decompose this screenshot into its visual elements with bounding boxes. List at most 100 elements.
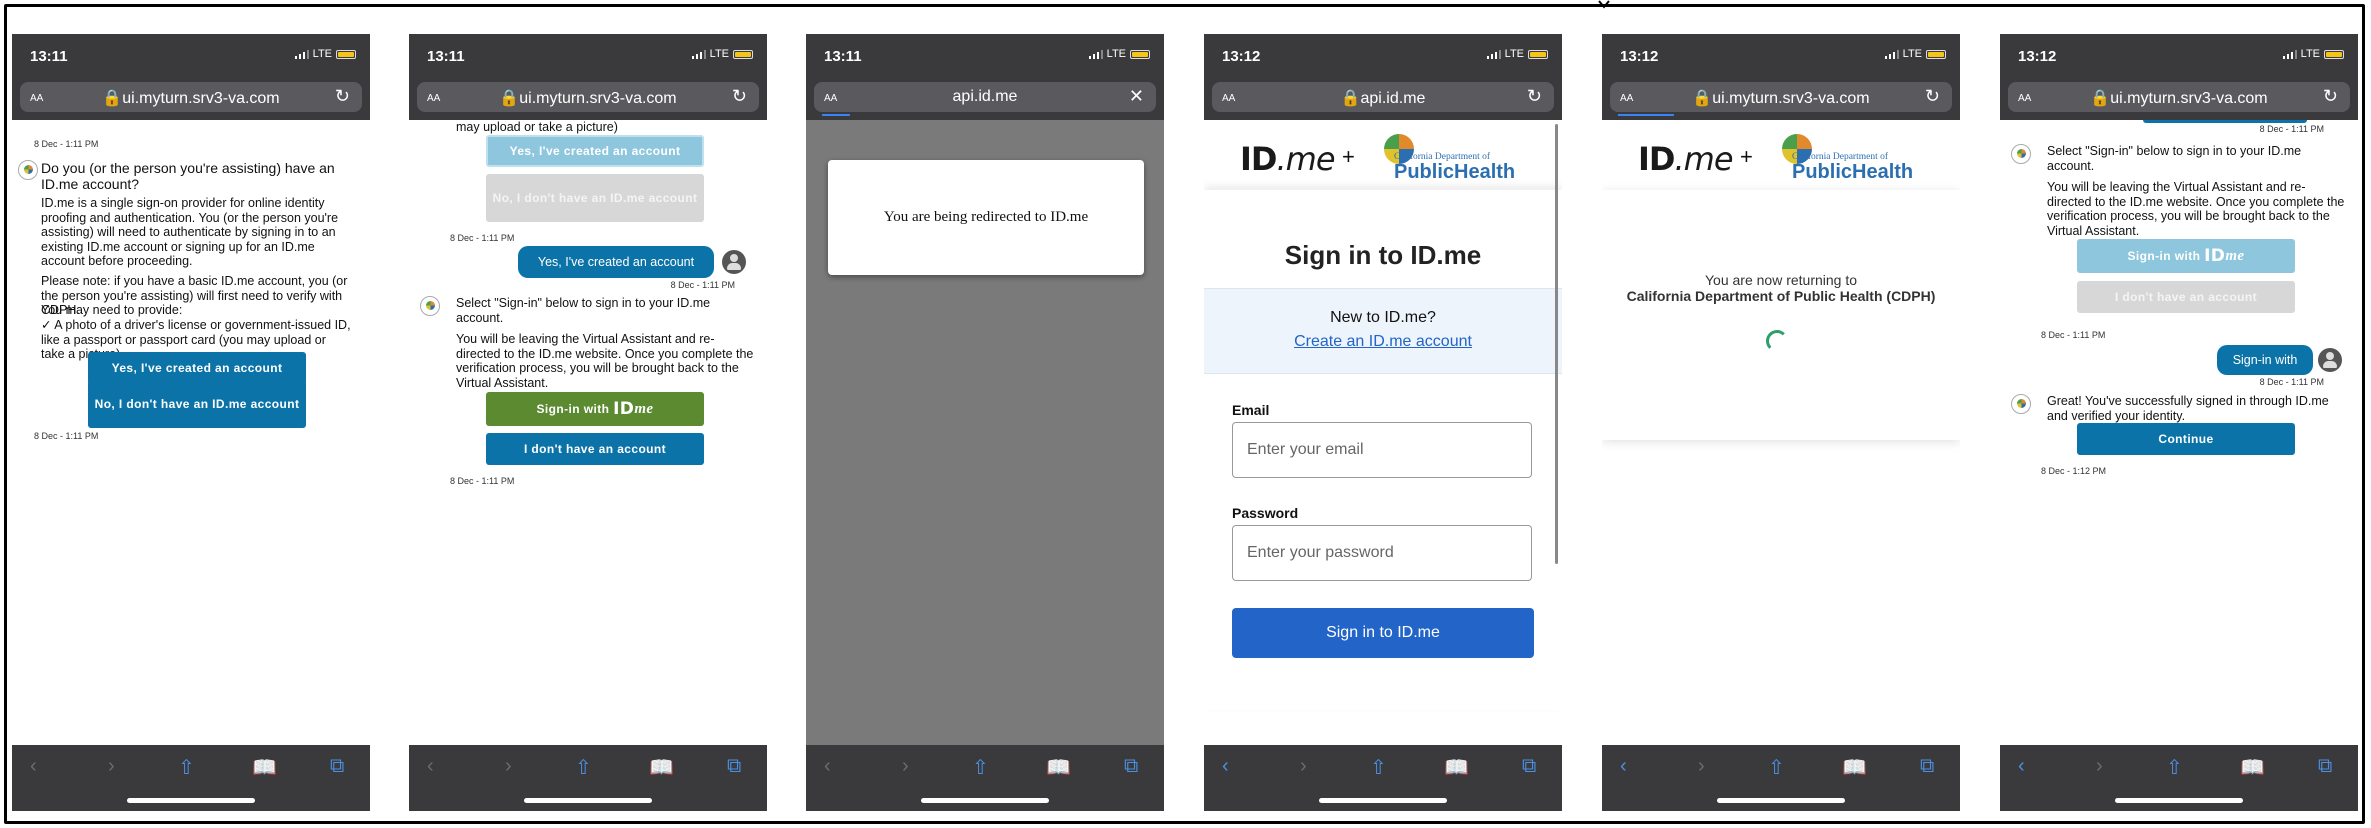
share-icon[interactable]: ⇧ (1370, 755, 1387, 780)
bot-avatar (18, 160, 38, 180)
chat-content: 8 Dec - 1:11 PM Select "Sign-in" below t… (2000, 120, 2358, 745)
idme-logo: ID.me (1240, 140, 1335, 178)
continue-button[interactable]: Continue (2077, 423, 2295, 455)
back-icon[interactable]: ‹ (30, 755, 37, 778)
reload-icon[interactable]: ↻ (1527, 86, 1542, 107)
yes-created-account-button: Yes, I've created an account (486, 135, 704, 167)
back-icon[interactable]: ‹ (2018, 755, 2025, 778)
email-label: Email (1232, 402, 1270, 418)
url-text[interactable]: 🔒ui.myturn.srv3-va.com (20, 88, 362, 108)
email-field[interactable]: Enter your email (1232, 422, 1532, 478)
forward-icon[interactable]: › (1698, 755, 1705, 778)
user-avatar (2318, 348, 2342, 372)
tabs-icon[interactable]: ⧉ (330, 755, 344, 778)
url-text[interactable]: 🔒ui.myturn.srv3-va.com (417, 88, 759, 108)
plus-sign: + (1740, 144, 1753, 169)
no-account-button[interactable]: I don't have an account (486, 433, 704, 465)
status-time: 13:12 (2018, 48, 2057, 65)
returning-card (1602, 190, 1960, 440)
status-bar: 13:12 LTE (1602, 34, 1960, 78)
reload-icon[interactable]: ↻ (1925, 86, 1940, 107)
back-icon[interactable]: ‹ (427, 755, 434, 778)
bookmarks-icon[interactable]: 📖 (1046, 755, 1071, 780)
returning-text: You are now returning to (1704, 272, 1858, 288)
no-idme-account-button[interactable]: No, I don't have an ID.me account (88, 380, 306, 428)
safari-toolbar: ‹ › ⇧ 📖 ⧉ (2000, 745, 2358, 811)
forward-icon[interactable]: › (902, 755, 909, 778)
network-label: LTE (1902, 48, 1922, 60)
password-field[interactable]: Enter your password (1232, 525, 1532, 581)
address-field[interactable]: AA 🔒ui.myturn.srv3-va.com ↻ (20, 82, 362, 112)
requirements-intro: You may need to provide: (41, 303, 183, 317)
close-icon[interactable]: ✕ (1129, 86, 1144, 107)
home-indicator (2115, 798, 2243, 803)
url-bar: AA 🔒api.id.me ↻ (1204, 78, 1562, 120)
url-bar: AA 🔒ui.myturn.srv3-va.com ↻ (12, 78, 370, 120)
address-field[interactable]: AA 🔒ui.myturn.srv3-va.com ↻ (2008, 82, 2350, 112)
status-time: 13:11 (824, 48, 862, 65)
bookmarks-icon[interactable]: 📖 (2240, 755, 2265, 780)
returning-page: ID.me + California Department of PublicH… (1602, 120, 1960, 745)
back-icon[interactable]: ‹ (824, 755, 831, 778)
home-indicator (524, 798, 652, 803)
tabs-icon[interactable]: ⧉ (1124, 755, 1138, 778)
sign-in-with-idme-button[interactable]: Sign-in with ID me (486, 392, 704, 426)
signal-bars-icon (1088, 49, 1103, 59)
timestamp: 8 Dec - 1:11 PM (2259, 124, 2324, 134)
bookmarks-icon[interactable]: 📖 (1444, 755, 1469, 780)
back-icon[interactable]: ‹ (1222, 755, 1229, 778)
tabs-icon[interactable]: ⧉ (727, 755, 741, 778)
user-message: Sign-in with (2217, 345, 2313, 375)
safari-toolbar: ‹ › ⇧ 📖 ⧉ (12, 745, 370, 811)
reload-icon[interactable]: ↻ (732, 86, 747, 107)
address-field[interactable]: AA 🔒api.id.me ↻ (1212, 82, 1554, 112)
share-icon[interactable]: ⇧ (2166, 755, 2183, 780)
reload-icon[interactable]: ↻ (2323, 86, 2338, 107)
phone-screen-2: 13:11 LTE AA 🔒ui.myturn.srv3-va.com ↻ ma… (409, 34, 767, 811)
user-avatar (722, 250, 746, 274)
page-title: Sign in to ID.me (1284, 240, 1482, 270)
url-text[interactable]: 🔒api.id.me (1212, 88, 1554, 108)
url-text[interactable]: 🔒ui.myturn.srv3-va.com (2008, 88, 2350, 108)
bookmarks-icon[interactable]: 📖 (1842, 755, 1867, 780)
safari-toolbar: ‹ › ⇧ 📖 ⧉ (1602, 745, 1960, 811)
timestamp: 8 Dec - 1:11 PM (34, 431, 99, 441)
url-text[interactable]: 🔒ui.myturn.srv3-va.com (1610, 88, 1952, 108)
sign-in-button[interactable]: Sign in to ID.me (1232, 608, 1534, 658)
tabs-icon[interactable]: ⧉ (1920, 755, 1934, 778)
timestamp: 8 Dec - 1:11 PM (450, 476, 515, 486)
share-icon[interactable]: ⇧ (1768, 755, 1785, 780)
home-indicator (1319, 798, 1447, 803)
home-indicator (921, 798, 1049, 803)
signal-indicator: LTE (1884, 48, 1946, 60)
back-icon[interactable]: ‹ (1620, 755, 1627, 778)
scrollbar[interactable] (1555, 124, 1558, 564)
address-field[interactable]: AA 🔒ui.myturn.srv3-va.com ↻ (1610, 82, 1952, 116)
share-icon[interactable]: ⇧ (575, 755, 592, 780)
share-icon[interactable]: ⇧ (178, 755, 195, 780)
battery-icon (336, 49, 356, 59)
page-load-progress (1618, 114, 1674, 116)
status-time: 13:12 (1222, 48, 1261, 65)
share-icon[interactable]: ⇧ (972, 755, 989, 780)
new-user-question: New to ID.me? (1330, 309, 1436, 326)
status-bar: 13:11 LTE (12, 34, 370, 78)
forward-icon[interactable]: › (108, 755, 115, 778)
tabs-icon[interactable]: ⧉ (1522, 755, 1536, 778)
signal-indicator: LTE (2282, 48, 2344, 60)
forward-icon[interactable]: › (505, 755, 512, 778)
create-account-link[interactable]: Create an ID.me account (1204, 333, 1562, 351)
address-field[interactable]: AA api.id.me ✕ (814, 82, 1156, 116)
forward-icon[interactable]: › (1300, 755, 1307, 778)
reload-icon[interactable]: ↻ (335, 86, 350, 107)
bookmarks-icon[interactable]: 📖 (649, 755, 674, 780)
home-indicator (127, 798, 255, 803)
address-field[interactable]: AA 🔒ui.myturn.srv3-va.com ↻ (417, 82, 759, 112)
idme-signin-page: ID.me + California Department of PublicH… (1204, 120, 1562, 745)
signal-bars-icon (1884, 49, 1899, 59)
bookmarks-icon[interactable]: 📖 (252, 755, 277, 780)
loading-spinner-icon (1766, 330, 1788, 352)
forward-icon[interactable]: › (2096, 755, 2103, 778)
tabs-icon[interactable]: ⧉ (2318, 755, 2332, 778)
url-text[interactable]: api.id.me (814, 88, 1156, 106)
